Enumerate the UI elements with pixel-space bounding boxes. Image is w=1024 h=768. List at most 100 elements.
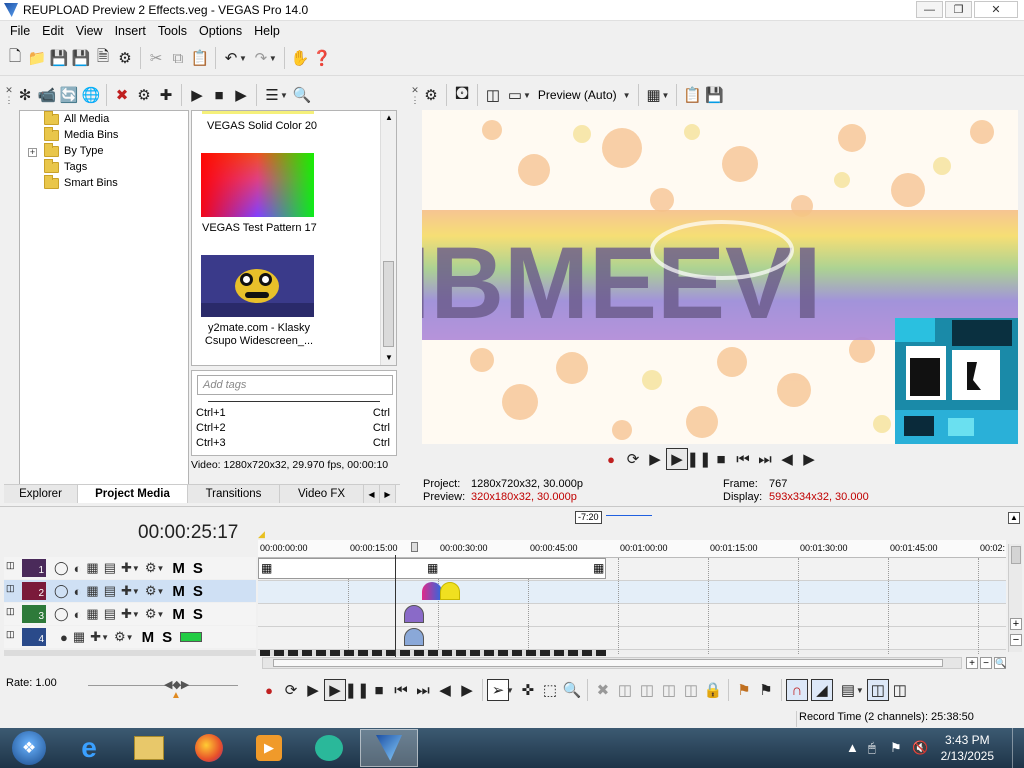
add-tags-input[interactable]: Add tags	[197, 375, 393, 395]
event-lock-icon[interactable]: 🔒	[702, 679, 724, 701]
track-settings-gear-icon[interactable]: ⚙	[114, 629, 126, 645]
capture-video-icon[interactable]: 📹	[36, 84, 58, 106]
show-hidden-icons-icon[interactable]: ▲	[846, 740, 859, 755]
enable-snapping-icon[interactable]: ∩	[785, 679, 808, 701]
event-clip-track2[interactable]	[422, 582, 460, 600]
go-to-start-icon[interactable]: ⏮	[390, 679, 412, 701]
new-project-icon[interactable]: 🗋	[4, 47, 26, 69]
compositing-mode-icon[interactable]: ▤	[104, 560, 116, 576]
copy-snapshot-clipboard-icon[interactable]: 📋	[681, 84, 703, 106]
solo-button[interactable]: S	[162, 629, 172, 646]
menu-options[interactable]: Options	[193, 24, 248, 38]
zoom-tool-icon[interactable]: 🔍	[994, 657, 1006, 669]
loop-playback-icon[interactable]: ⟳	[280, 679, 302, 701]
properties-gear-icon[interactable]: ⚙	[114, 47, 136, 69]
track-fx-icon[interactable]: ▦	[73, 629, 85, 645]
play-icon[interactable]: ▶	[186, 84, 208, 106]
media-fx-gear-icon[interactable]: ⚙	[133, 84, 155, 106]
zoom-edit-tool-icon[interactable]: 🔍	[561, 679, 583, 701]
tab-video-fx[interactable]: Video FX	[280, 485, 364, 503]
zoom-out-button[interactable]: −	[980, 657, 992, 669]
mute-button[interactable]: M	[172, 606, 185, 623]
tab-scroll-right-icon[interactable]: ▶	[380, 485, 396, 503]
vegas-taskbar-icon[interactable]	[360, 729, 418, 767]
timeline-marker[interactable]: -7:20	[575, 511, 602, 524]
trim-end-icon[interactable]: ◫	[658, 679, 680, 701]
minimize-button[interactable]: —	[916, 1, 943, 18]
ignore-event-grouping-icon[interactable]: ◫	[889, 679, 911, 701]
tab-project-media[interactable]: Project Media	[78, 485, 188, 503]
go-to-end-icon[interactable]: ⏭	[412, 679, 434, 701]
tree-item-media-bins[interactable]: Media Bins	[44, 126, 118, 143]
event-clip-track4[interactable]	[404, 628, 424, 646]
auto-preview-icon[interactable]: ▶	[230, 84, 252, 106]
timecode-display[interactable]: 00:00:25:17	[138, 522, 238, 544]
whats-this-help-icon[interactable]: ❓	[311, 47, 333, 69]
save-icon[interactable]: 💾	[48, 47, 70, 69]
track-compositing-icon[interactable]: ◐	[74, 561, 82, 576]
internet-explorer-icon[interactable]: e	[60, 729, 118, 767]
track-motion-icon[interactable]: ◯	[54, 560, 69, 576]
event-clip-track1[interactable]: ▦ ▦ ▦	[258, 558, 606, 579]
play-from-start-icon[interactable]: ▶	[302, 679, 324, 701]
tag-shortcut-row[interactable]: Ctrl+1 Ctrl	[196, 407, 390, 419]
track-motion-icon[interactable]: ◯	[54, 606, 69, 622]
file-explorer-icon[interactable]	[120, 729, 178, 767]
menu-insert[interactable]: Insert	[109, 24, 152, 38]
menu-view[interactable]: View	[70, 24, 109, 38]
tag-shortcut-row[interactable]: Ctrl+3 Ctrl	[196, 437, 390, 449]
go-to-end-icon[interactable]: ⏭	[754, 448, 776, 470]
previous-frame-icon[interactable]: ◀	[776, 448, 798, 470]
tab-scroll-left-icon[interactable]: ◀	[364, 485, 380, 503]
maximize-button[interactable]: ❐	[945, 1, 972, 18]
action-center-flag-icon[interactable]: ⚑	[890, 740, 902, 756]
track-compositing-icon[interactable]: ◐	[74, 607, 82, 622]
video-preview-settings-gear-icon[interactable]: ⚙	[420, 84, 442, 106]
track-header-3[interactable]: ◫ 3 ◯ ◐ ▦ ▤ ✚ ▼ ⚙ ▼ M S	[4, 603, 256, 625]
play-from-start-icon[interactable]: ▶	[644, 448, 666, 470]
menu-help[interactable]: Help	[248, 24, 286, 38]
pause-icon[interactable]: ❚❚	[686, 448, 711, 470]
cut-icon[interactable]: ✂	[145, 47, 167, 69]
make-compositing-child-icon[interactable]: ✚	[121, 583, 132, 599]
track-header-2[interactable]: ◫ 2 ◯ ◐ ▦ ▤ ✚ ▼ ⚙ ▼ M S	[4, 580, 256, 602]
tab-transitions[interactable]: Transitions	[188, 485, 280, 503]
preview-quality-dropdown[interactable]: Preview (Auto)	[538, 88, 617, 102]
firefox-icon[interactable]	[180, 729, 238, 767]
solo-button[interactable]: S	[193, 606, 203, 623]
trim-start-icon[interactable]: ◫	[636, 679, 658, 701]
track-fx-icon[interactable]: ▦	[86, 606, 98, 622]
track-motion-icon[interactable]: ◯	[54, 583, 69, 599]
next-frame-icon[interactable]: ▶	[456, 679, 478, 701]
volume-muted-icon[interactable]: 🔇	[912, 740, 928, 756]
track-fx-icon[interactable]: ▦	[86, 560, 98, 576]
tree-item-tags[interactable]: Tags	[44, 158, 87, 175]
record-icon[interactable]: ●	[600, 448, 622, 470]
interact-hand-icon[interactable]: ✋	[289, 47, 311, 69]
media-player-icon[interactable]: ▶	[240, 729, 298, 767]
tree-item-all-media[interactable]: All Media	[44, 110, 109, 127]
track-settings-gear-icon[interactable]: ⚙	[145, 606, 157, 622]
start-button[interactable]: ❖	[0, 729, 58, 767]
event-clip-track3[interactable]	[404, 605, 424, 623]
media-item-solid-color[interactable]: VEGAS Solid Color 20	[192, 120, 382, 132]
media-item-test-pattern[interactable]: VEGAS Test Pattern 17	[192, 153, 382, 234]
record-icon[interactable]: ●	[258, 679, 280, 701]
loop-playback-icon[interactable]: ⟳	[622, 448, 644, 470]
paste-icon[interactable]: 📋	[189, 47, 211, 69]
go-to-start-icon[interactable]: ⏮	[732, 448, 754, 470]
save-as-icon[interactable]: 💾	[70, 47, 92, 69]
insert-region-icon[interactable]: ⚑	[755, 679, 777, 701]
menu-file[interactable]: File	[4, 24, 36, 38]
web-media-globe-icon[interactable]: 🌐	[80, 84, 102, 106]
make-compositing-child-icon[interactable]: ✚	[121, 606, 132, 622]
menu-tools[interactable]: Tools	[152, 24, 193, 38]
chat-app-icon[interactable]	[300, 729, 358, 767]
remove-media-icon[interactable]: ✖	[111, 84, 133, 106]
tree-item-smart-bins[interactable]: Smart Bins	[44, 174, 118, 191]
track-settings-gear-icon[interactable]: ⚙	[145, 560, 157, 576]
split-icon[interactable]: ◫	[680, 679, 702, 701]
media-item-klasky-csupo[interactable]: y2mate.com - Klasky Csupo Widescreen_...	[192, 255, 382, 348]
tab-explorer[interactable]: Explorer	[4, 485, 78, 503]
media-list-scrollbar[interactable]: ▲ ▼	[380, 111, 396, 365]
